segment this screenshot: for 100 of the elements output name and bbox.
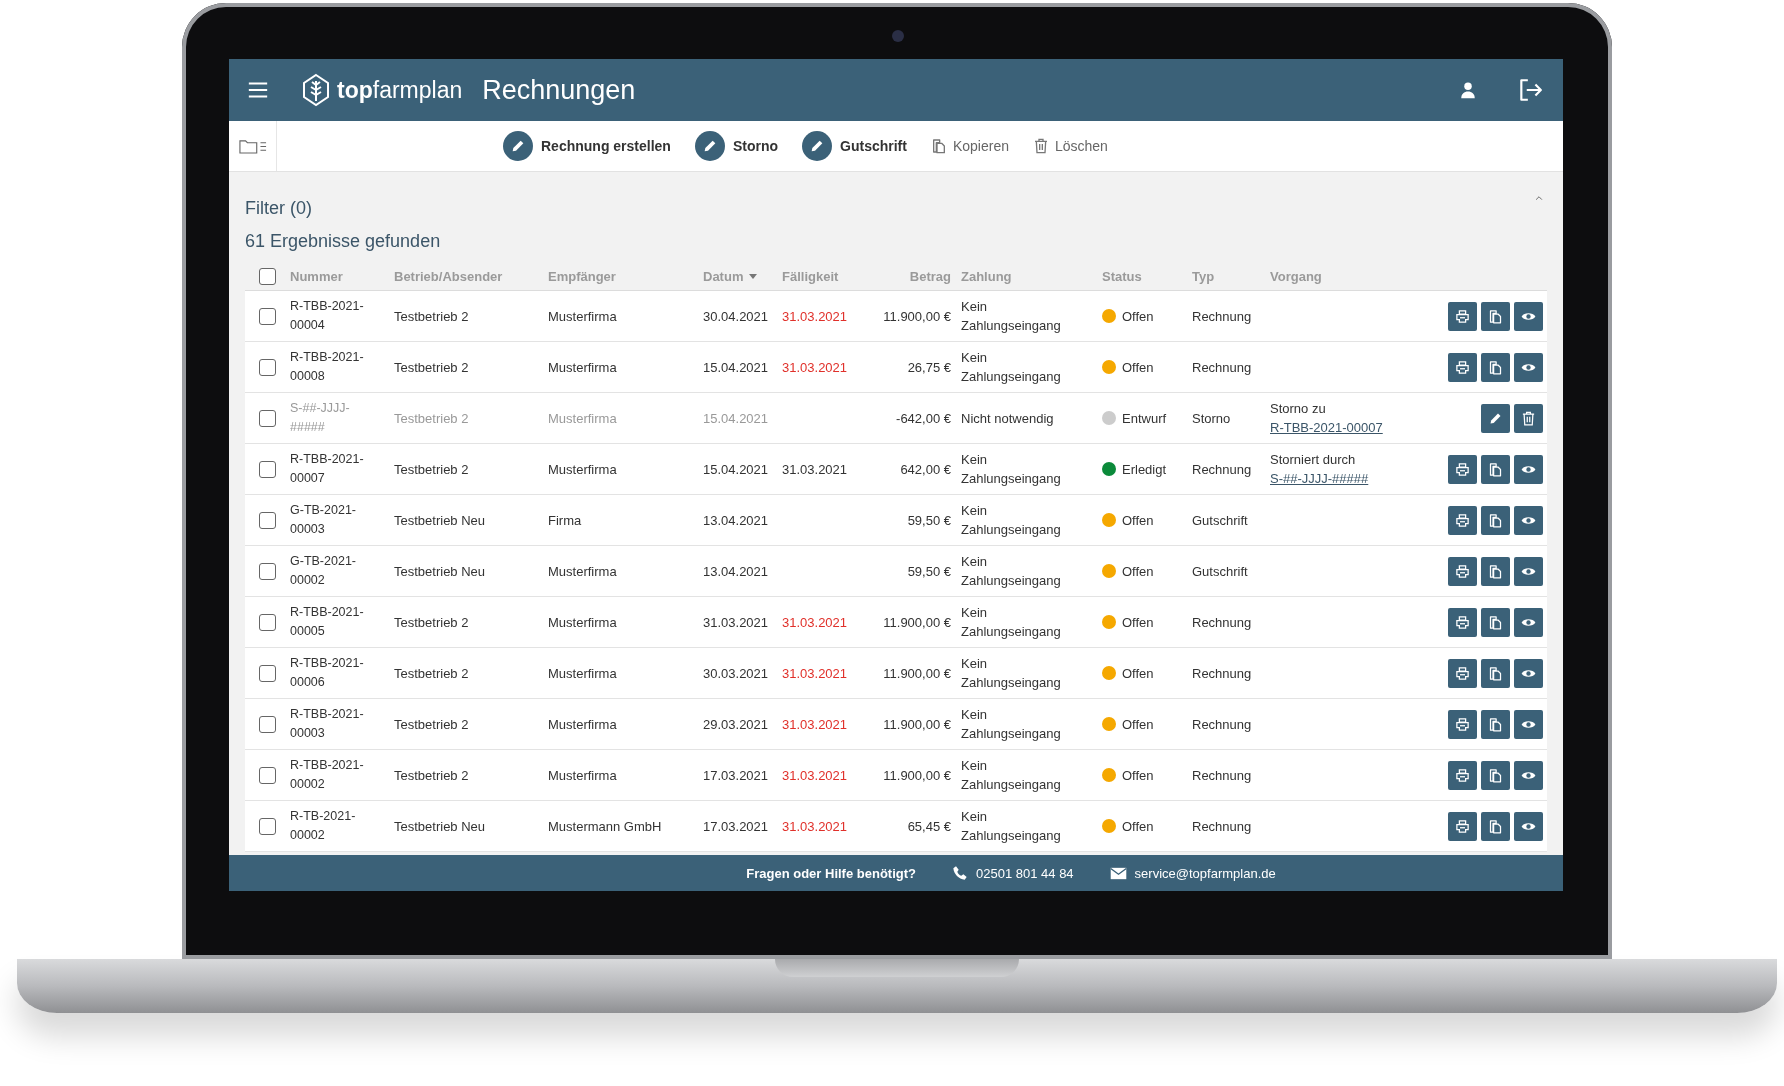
- table-cell-text: Rechnung: [1192, 817, 1253, 836]
- print-button[interactable]: [1448, 505, 1477, 535]
- table-cell-text: R-TBB-2021-00006: [290, 655, 365, 691]
- table-cell-text: 31.03.2021: [703, 613, 770, 632]
- trash-icon: [1521, 410, 1536, 426]
- table-cell-text: 31.03.2021: [782, 664, 849, 683]
- table-cell-text: Kein Zahlungseingang: [961, 349, 1062, 386]
- print-button[interactable]: [1448, 352, 1477, 382]
- print-button[interactable]: [1448, 301, 1477, 331]
- table-cell-text: 11.900,00 €: [882, 613, 952, 632]
- print-button[interactable]: [1448, 709, 1477, 739]
- copy-button[interactable]: [1481, 505, 1510, 535]
- checkbox[interactable]: [259, 267, 276, 285]
- table-cell-text: G-TB-2021-00002: [290, 553, 357, 589]
- checkbox[interactable]: [259, 460, 276, 478]
- checkbox[interactable]: [259, 511, 276, 529]
- table-cell-text: Rechnung: [1192, 307, 1253, 326]
- checkbox[interactable]: [259, 715, 276, 733]
- copy-button[interactable]: [1481, 556, 1510, 586]
- print-button[interactable]: [1448, 556, 1477, 586]
- copy-icon: [1488, 359, 1503, 375]
- copy-button[interactable]: [1481, 301, 1510, 331]
- trash-icon: [1032, 138, 1049, 154]
- view-button[interactable]: [1514, 505, 1543, 535]
- checkbox[interactable]: [259, 358, 276, 376]
- checkbox[interactable]: [259, 664, 276, 682]
- table-cell-text: 31.03.2021: [782, 307, 849, 326]
- print-button[interactable]: [1448, 658, 1477, 688]
- toolbar-button[interactable]: Gutschrift: [802, 131, 907, 161]
- view-button[interactable]: [1514, 658, 1543, 688]
- table-cell-text: R-TB-2021-00002: [290, 808, 357, 844]
- checkbox[interactable]: [259, 562, 276, 580]
- print-button[interactable]: [1448, 454, 1477, 484]
- logo-text: topfarmplan: [337, 76, 463, 104]
- copy-button[interactable]: [1481, 658, 1510, 688]
- table-cell-text: Kein Zahlungseingang: [961, 298, 1062, 335]
- checkbox[interactable]: [259, 307, 276, 325]
- print-button[interactable]: [1448, 760, 1477, 790]
- checkbox[interactable]: [259, 817, 276, 835]
- checkbox[interactable]: [259, 766, 276, 784]
- email-link[interactable]: service@topfarmplan.de: [1134, 865, 1276, 881]
- print-button[interactable]: [1448, 607, 1477, 637]
- view-button[interactable]: [1514, 352, 1543, 382]
- copy-button[interactable]: [1481, 607, 1510, 637]
- table-row[interactable]: S-##-JJJJ-##### Testbetrieb 2 Musterfirma 15.04.2021 -642,00 € Nicht notwendig Entwurf Storno Storno zu R-TBB-2021-00007: [245, 393, 1547, 444]
- toolbar-button[interactable]: Löschen: [1032, 138, 1108, 154]
- table-cell-text: Nicht notwendig: [961, 409, 1055, 428]
- table-cell-text: Testbetrieb 2: [394, 358, 470, 377]
- table-cell-text: Kein Zahlungseingang: [961, 451, 1062, 488]
- toolbar-button[interactable]: Kopieren: [930, 138, 1009, 154]
- view-button[interactable]: [1514, 709, 1543, 739]
- table-cell-text: Gutschrift: [1192, 511, 1249, 530]
- mail-icon: [1109, 866, 1127, 880]
- toolbar-button[interactable]: Rechnung erstellen: [503, 131, 671, 161]
- table-cell-text: Kein Zahlungseingang: [961, 808, 1062, 845]
- table-cell-text: Kein Zahlungseingang: [961, 655, 1062, 692]
- toolbar-button[interactable]: Storno: [694, 131, 779, 161]
- table-cell-text: Musterfirma: [548, 715, 618, 734]
- table-cell-text: Musterfirma: [548, 766, 618, 785]
- phone-number[interactable]: 02501 801 44 84: [976, 865, 1074, 881]
- wheat-logo-icon: [301, 73, 331, 107]
- checkbox[interactable]: [259, 409, 276, 427]
- filter-label[interactable]: Filter (0): [245, 198, 312, 219]
- document-link[interactable]: R-TBB-2021-00007: [1270, 420, 1383, 435]
- copy-button[interactable]: [1481, 352, 1510, 382]
- delete-button[interactable]: [1514, 403, 1543, 433]
- table-cell-text: Testbetrieb 2: [394, 766, 470, 785]
- table-cell-text: Storno: [1192, 409, 1232, 428]
- print-button[interactable]: [1448, 811, 1477, 841]
- copy-button[interactable]: [1481, 760, 1510, 790]
- user-icon: [1459, 81, 1477, 99]
- folder-list-icon: [238, 138, 267, 154]
- printer-icon: [1455, 716, 1470, 732]
- table-cell-text: R-TBB-2021-00005: [290, 604, 365, 640]
- table-cell-text: Kein Zahlungseingang: [961, 604, 1062, 641]
- table-cell-text: Gutschrift: [1192, 562, 1249, 581]
- table-cell-text: Testbetrieb 2: [394, 409, 470, 428]
- copy-button[interactable]: [1481, 811, 1510, 841]
- printer-icon: [1455, 563, 1470, 579]
- view-button[interactable]: [1514, 301, 1543, 331]
- table-cell-text: -642,00 €: [895, 409, 952, 428]
- copy-button[interactable]: [1481, 709, 1510, 739]
- view-button[interactable]: [1514, 454, 1543, 484]
- table-cell-text: 65,45 €: [906, 817, 952, 836]
- copy-icon: [1488, 767, 1503, 783]
- view-button[interactable]: [1514, 760, 1543, 790]
- document-link[interactable]: S-##-JJJJ-#####: [1270, 471, 1369, 486]
- view-button[interactable]: [1514, 607, 1543, 637]
- view-button[interactable]: [1514, 811, 1543, 841]
- view-button[interactable]: [1514, 556, 1543, 586]
- copy-button[interactable]: [1481, 454, 1510, 484]
- printer-icon: [1455, 665, 1470, 681]
- copy-icon: [1488, 461, 1503, 477]
- status-label: Offen: [1122, 511, 1154, 530]
- table-cell-text: Rechnung: [1192, 460, 1253, 479]
- edit-button[interactable]: [1481, 403, 1510, 433]
- camera-dot: [892, 30, 904, 42]
- table-cell-text: Musterfirma: [548, 562, 618, 581]
- checkbox[interactable]: [259, 613, 276, 631]
- printer-icon: [1455, 308, 1470, 324]
